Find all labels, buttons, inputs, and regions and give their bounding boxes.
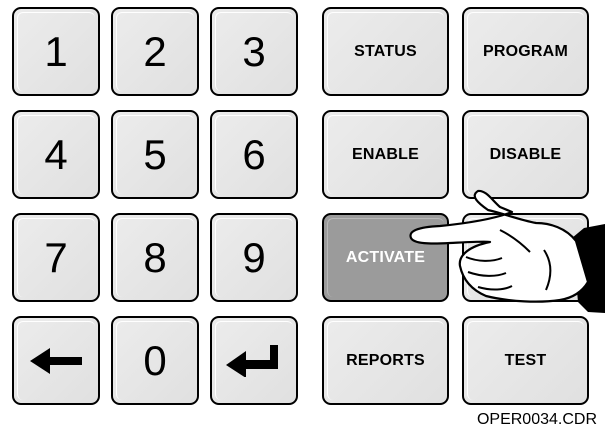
activate-button[interactable]: ACTIVATE	[322, 213, 449, 302]
disable-button[interactable]: DISABLE	[462, 110, 589, 199]
enter-arrow-icon	[226, 344, 278, 377]
enable-button[interactable]: ENABLE	[322, 110, 449, 199]
enter-key[interactable]	[210, 316, 298, 405]
back-key[interactable]	[12, 316, 100, 405]
key-2[interactable]: 2	[111, 7, 199, 96]
left-arrow-icon	[30, 347, 82, 374]
status-button[interactable]: STATUS	[322, 7, 449, 96]
key-9[interactable]: 9	[210, 213, 298, 302]
key-7[interactable]: 7	[12, 213, 100, 302]
key-8[interactable]: 8	[111, 213, 199, 302]
blank-button[interactable]	[462, 213, 589, 302]
key-3[interactable]: 3	[210, 7, 298, 96]
reports-button[interactable]: REPORTS	[322, 316, 449, 405]
program-button[interactable]: PROGRAM	[462, 7, 589, 96]
figure-caption: OPER0034.CDR	[476, 411, 597, 428]
key-0[interactable]: 0	[111, 316, 199, 405]
key-1[interactable]: 1	[12, 7, 100, 96]
test-button[interactable]: TEST	[462, 316, 589, 405]
key-6[interactable]: 6	[210, 110, 298, 199]
key-5[interactable]: 5	[111, 110, 199, 199]
key-4[interactable]: 4	[12, 110, 100, 199]
